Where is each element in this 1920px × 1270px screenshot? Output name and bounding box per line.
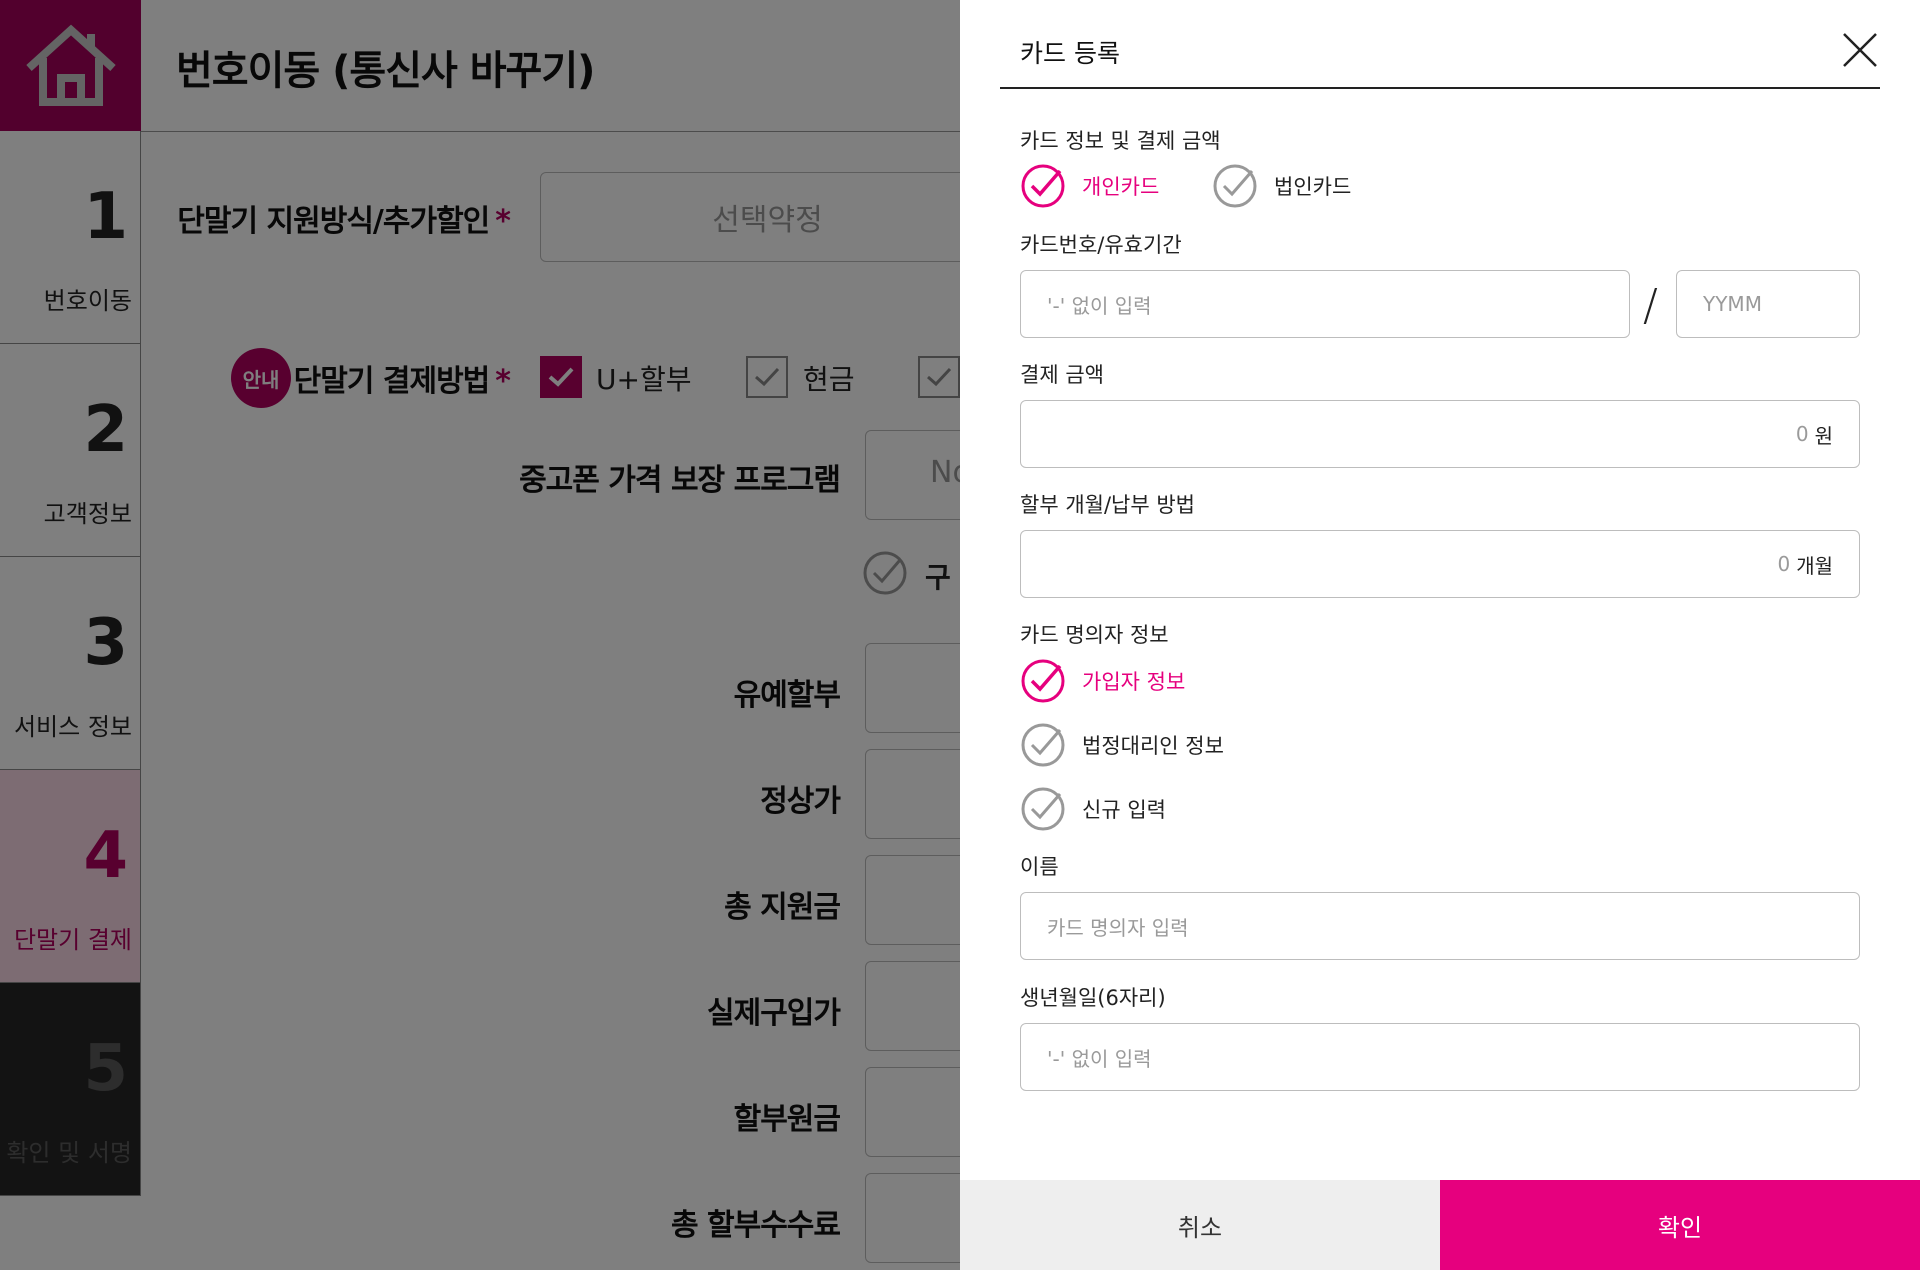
option-label: 법인카드 (1274, 175, 1352, 199)
option-corporate-card[interactable]: 법인카드 (1212, 161, 1351, 211)
expiry-separator: / (1643, 280, 1658, 331)
card-number-label: 카드번호/유효기간 (1020, 233, 1182, 257)
option-label: 개인카드 (1082, 175, 1160, 199)
check-circle-selected-icon (1021, 164, 1065, 208)
name-label: 이름 (1020, 855, 1059, 879)
modal-dim-overlay[interactable] (0, 0, 960, 1270)
installment-select[interactable]: 0 개월 (1020, 530, 1860, 598)
installment-value: 0 (1777, 552, 1791, 576)
option-new-entry[interactable]: 신규 입력 (1020, 784, 1166, 834)
expiry-input[interactable]: YYMM (1676, 270, 1860, 338)
option-label: 신규 입력 (1082, 798, 1166, 822)
option-label: 가입자 정보 (1082, 670, 1186, 694)
option-label: 법정대리인 정보 (1082, 734, 1224, 758)
holder-section-label: 카드 명의자 정보 (1020, 623, 1169, 647)
amount-unit: 원 (1814, 423, 1833, 448)
card-number-placeholder: '-' 없이 입력 (1047, 293, 1152, 318)
card-info-section-label: 카드 정보 및 결제 금액 (1020, 129, 1221, 153)
close-icon[interactable] (1840, 30, 1880, 70)
option-legal-guardian-info[interactable]: 법정대리인 정보 (1020, 720, 1224, 770)
amount-label: 결제 금액 (1020, 363, 1104, 387)
cancel-button[interactable]: 취소 (960, 1180, 1440, 1270)
drawer-footer: 취소 확인 (960, 1180, 1920, 1270)
birth-date-placeholder: '-' 없이 입력 (1047, 1046, 1152, 1071)
birth-label: 생년월일(6자리) (1020, 986, 1166, 1010)
check-circle-icon (1021, 723, 1065, 767)
check-circle-icon (1213, 164, 1257, 208)
title-divider (1000, 87, 1880, 89)
amount-input[interactable]: 0원 (1020, 400, 1860, 468)
drawer-title: 카드 등록 (1020, 39, 1120, 68)
option-subscriber-info[interactable]: 가입자 정보 (1020, 656, 1185, 706)
installment-unit: 개월 (1796, 553, 1833, 578)
amount-value: 0 (1795, 422, 1809, 446)
holder-name-placeholder: 카드 명의자 입력 (1047, 915, 1189, 940)
holder-name-input[interactable]: 카드 명의자 입력 (1020, 892, 1860, 960)
installment-label: 할부 개월/납부 방법 (1020, 493, 1195, 517)
confirm-button[interactable]: 확인 (1440, 1180, 1920, 1270)
card-number-input[interactable]: '-' 없이 입력 (1020, 270, 1630, 338)
check-circle-selected-icon (1021, 659, 1065, 703)
expiry-placeholder: YYMM (1703, 292, 1762, 316)
check-circle-icon (1021, 787, 1065, 831)
birth-date-input[interactable]: '-' 없이 입력 (1020, 1023, 1860, 1091)
card-register-drawer: 카드 등록 카드 정보 및 결제 금액 개인카드 법인카드 카드번호/유효기간 … (960, 0, 1920, 1270)
option-personal-card[interactable]: 개인카드 (1020, 161, 1159, 211)
